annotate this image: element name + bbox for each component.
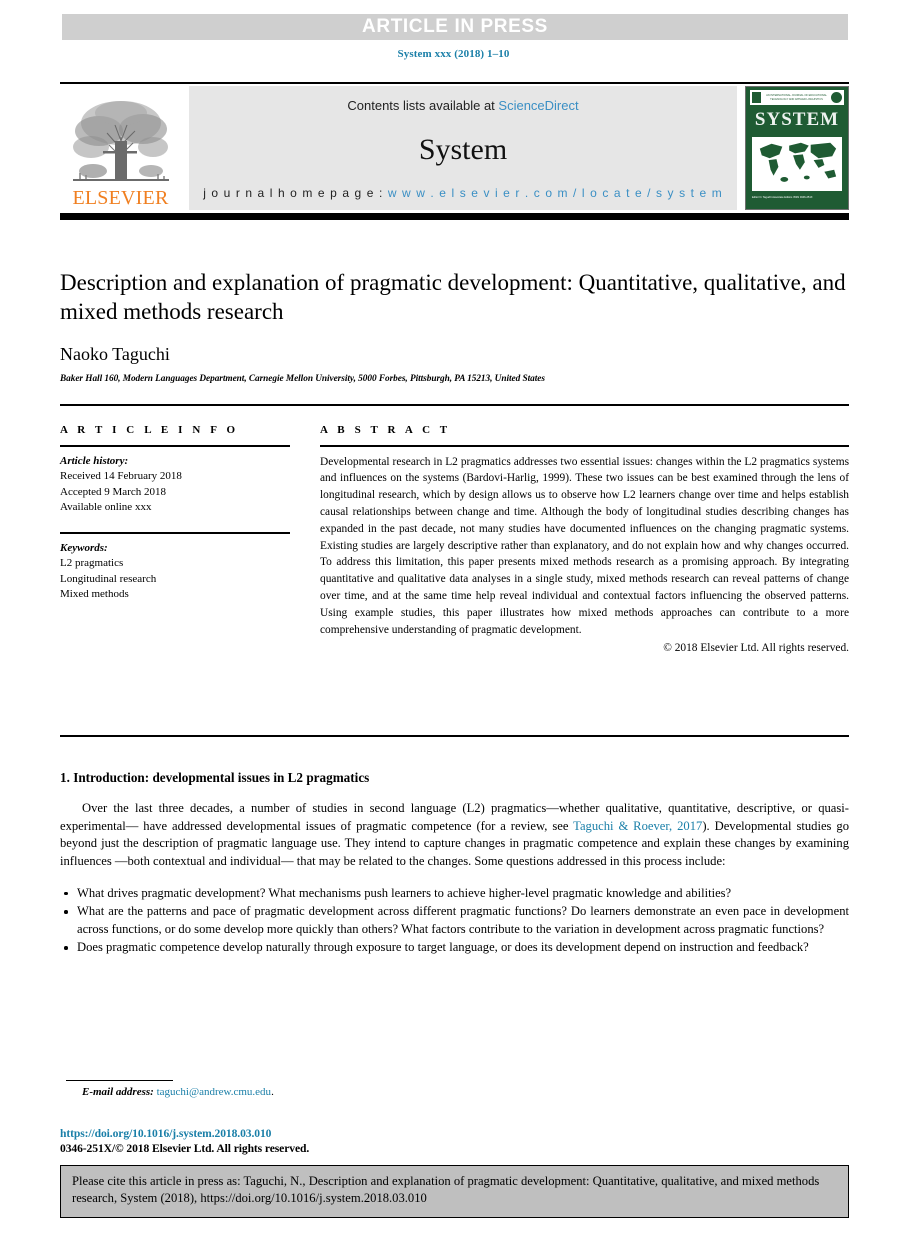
keyword-item-2: Longitudinal research [60,572,157,585]
section-heading-introduction: 1. Introduction: developmental issues in… [60,770,370,785]
cover-footer-text: Editor N. Taguchi Associate Editors ISSN… [752,196,813,199]
contents-prefix-text: Contents lists available at [347,98,499,113]
inline-citation-link[interactable]: Taguchi & Roever, 2017 [573,819,702,833]
cover-subtitle: AN INTERNATIONAL JOURNAL OF EDUCATIONAL … [766,94,827,101]
journal-cover-thumbnail: AN INTERNATIONAL JOURNAL OF EDUCATIONAL … [745,86,849,210]
cover-journal-title: SYSTEM [754,109,840,130]
article-info-column: A R T I C L E I N F O Article history: R… [60,424,290,654]
footnote-email: E-mail address: taguchi@andrew.cmu.edu. [60,1086,560,1098]
article-in-press-label: ARTICLE IN PRESS [362,16,548,37]
please-cite-text: Please cite this article in press as: Ta… [72,1174,820,1206]
abstract-kicker: A B S T R A C T [320,424,451,436]
article-in-press-banner: ARTICLE IN PRESS [62,14,848,40]
running-head-citation: System xxx (2018) 1–10 [397,48,510,60]
elsevier-logo: ELSEVIER [60,86,181,210]
author-affiliation: Baker Hall 160, Modern Languages Departm… [60,373,545,384]
list-item: Does pragmatic competence develop natura… [60,939,849,957]
email-address-label: E-mail address: [82,1086,154,1098]
list-item: What drives pragmatic development? What … [60,885,849,903]
title-block: Description and explanation of pragmatic… [60,268,849,384]
article-page: ARTICLE IN PRESS System xxx (2018) 1–10 [0,0,907,1238]
abstract-column: A B S T R A C T Developmental research i… [320,424,849,654]
research-questions-list: What drives pragmatic development? What … [60,885,849,958]
please-cite-box: Please cite this article in press as: Ta… [60,1165,849,1218]
homepage-label: j o u r n a l h o m e p a g e : [203,186,384,200]
article-history-received: Received 14 February 2018 [60,470,182,483]
info-abstract-row: A R T I C L E I N F O Article history: R… [60,424,849,654]
doi-link[interactable]: https://doi.org/10.1016/j.system.2018.03… [60,1127,271,1140]
footnote-separator-rule [66,1080,173,1082]
introduction-paragraph: Over the last three decades, a number of… [60,800,849,871]
journal-homepage-line: j o u r n a l h o m e p a g e : w w w . … [203,186,723,200]
masthead-center-panel: Contents lists available at ScienceDirec… [189,86,737,210]
article-history-online: Available online xxx [60,501,152,514]
abstract-bottom-rule [60,735,849,737]
cover-world-map [751,136,843,192]
keywords-rule [60,532,290,534]
cover-header-strip: AN INTERNATIONAL JOURNAL OF EDUCATIONAL … [750,90,844,105]
abstract-rule [320,445,849,447]
introduction-section: 1. Introduction: developmental issues in… [60,770,849,958]
page-title: Description and explanation of pragmatic… [60,270,846,325]
elsevier-wordmark: ELSEVIER [72,187,169,209]
journal-title: System [418,132,508,166]
article-info-kicker: A R T I C L E I N F O [60,424,239,436]
email-period: . [271,1086,274,1098]
abstract-body: Developmental research in L2 pragmatics … [320,455,849,636]
article-history-label: Article history: [60,454,129,467]
issn-copyright-line: 0346-251X/© 2018 Elsevier Ltd. All right… [60,1142,310,1155]
title-bottom-rule [60,404,849,406]
list-item: What are the patterns and pace of pragma… [60,903,849,938]
cover-elsevier-icon [752,92,761,103]
abstract-copyright: © 2018 Elsevier Ltd. All rights reserved… [663,641,849,654]
elsevier-tree-icon [69,97,173,187]
homepage-url-link[interactable]: w w w . e l s e v i e r . c o m / l o c … [388,186,723,200]
masthead-bottom-rule [60,213,849,220]
cover-badge-icon [831,92,842,103]
masthead-top-rule [60,82,849,84]
author-name: Naoko Taguchi [60,343,170,364]
keywords-label: Keywords: [60,541,108,554]
journal-masthead: ELSEVIER Contents lists available at Sci… [60,86,849,210]
keyword-item-3: Mixed methods [60,588,129,601]
article-history-accepted: Accepted 9 March 2018 [60,485,166,498]
keyword-item-1: L2 pragmatics [60,557,124,570]
contents-available-line: Contents lists available at ScienceDirec… [347,98,578,113]
sciencedirect-link[interactable]: ScienceDirect [498,98,578,113]
email-address-link[interactable]: taguchi@andrew.cmu.edu [157,1086,272,1098]
article-info-rule [60,445,290,447]
